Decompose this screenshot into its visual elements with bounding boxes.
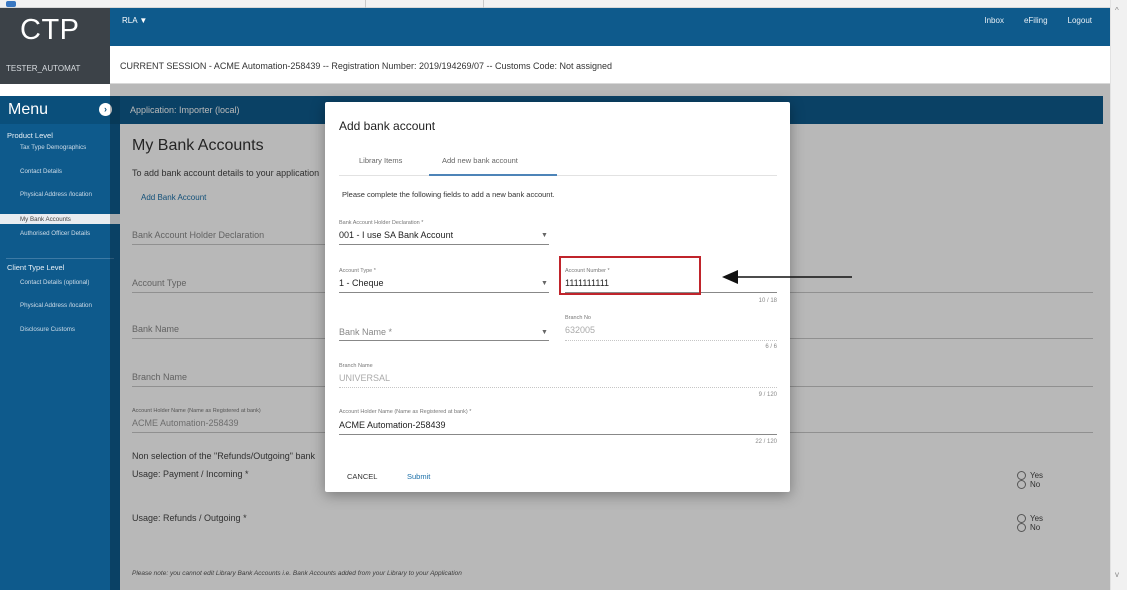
active-tab-indicator [429, 174, 557, 176]
branch-name-input: UNIVERSAL [339, 373, 391, 383]
add-bank-account-dialog: Add bank account Library Items Add new b… [325, 102, 790, 492]
branch-name-counter: 9 / 120 [758, 392, 777, 398]
scroll-down-icon[interactable]: v [1115, 570, 1119, 579]
holder-name-label: Account Holder Name (Name as Registered … [339, 409, 472, 415]
sidebar: Menu › Product Level Tax Type Demographi… [0, 96, 120, 590]
tab-add-new-bank-account[interactable]: Add new bank account [442, 156, 518, 165]
cancel-button[interactable]: CANCEL [347, 472, 377, 481]
branch-no-label: Branch No [565, 315, 591, 321]
chevron-down-icon[interactable]: ▼ [541, 329, 548, 336]
session-bar: CURRENT SESSION - ACME Automation-258439… [110, 46, 1110, 84]
sidebar-item-tax-type[interactable]: Tax Type Demographics [20, 144, 110, 151]
rla-dropdown[interactable]: RLA ▼ [122, 16, 147, 25]
page-scrollbar[interactable]: ^ v [1110, 0, 1127, 590]
dialog-instructions: Please complete the following fields to … [342, 190, 555, 199]
tab-library-items[interactable]: Library Items [359, 156, 402, 165]
scroll-up-icon[interactable]: ^ [1115, 6, 1119, 15]
sidebar-item-label: My Bank Accounts [20, 216, 71, 223]
session-info: CURRENT SESSION - ACME Automation-258439… [120, 61, 613, 71]
sidebar-item-contact[interactable]: Contact Details [20, 168, 110, 175]
bank-name-select[interactable]: Bank Name * [339, 327, 392, 337]
browser-tab[interactable] [368, 0, 484, 8]
header-links: Inbox eFiling Logout [984, 16, 1092, 25]
username: TESTER_AUTOMAT [6, 64, 81, 73]
inbox-link[interactable]: Inbox [984, 16, 1004, 25]
account-type-select[interactable]: 1 - Cheque [339, 278, 384, 288]
sidebar-section-product: Product Level [7, 131, 53, 140]
logo-block: CTP TESTER_AUTOMAT [0, 8, 110, 84]
sidebar-divider [6, 258, 114, 259]
dialog-title: Add bank account [339, 119, 436, 133]
holder-name-input[interactable]: ACME Automation-258439 [339, 420, 446, 430]
submit-button[interactable]: Submit [407, 472, 430, 481]
sidebar-item-my-bank-accounts[interactable]: My Bank Accounts [0, 214, 120, 224]
sidebar-item-client-address[interactable]: Physical Address /location [20, 302, 110, 309]
field-underline [339, 244, 549, 245]
account-type-label: Account Type * [339, 268, 376, 274]
sidebar-item-physical-address[interactable]: Physical Address /location [20, 191, 110, 198]
menu-title: Menu [8, 101, 49, 118]
menu-header: Menu › [0, 96, 120, 124]
branch-no-counter: 6 / 6 [765, 344, 777, 350]
field-underline [339, 340, 549, 341]
field-underline [339, 292, 549, 293]
chevron-down-icon[interactable]: ▼ [541, 232, 548, 239]
holder-name-counter: 22 / 120 [755, 439, 777, 445]
branch-no-input: 632005 [565, 325, 596, 335]
browser-tab-strip [0, 0, 1110, 8]
declaration-label: Bank Account Holder Declaration * [339, 220, 424, 226]
chevron-down-icon[interactable]: ▼ [541, 280, 548, 287]
sidebar-item-disclosure-customs[interactable]: Disclosure Customs [20, 326, 110, 333]
declaration-select[interactable]: 001 - I use SA Bank Account [339, 230, 453, 240]
app-logo: CTP [20, 14, 80, 46]
account-number-highlight [559, 256, 701, 295]
app-header: CTP TESTER_AUTOMAT RLA ▼ Inbox eFiling L… [0, 8, 1110, 84]
field-underline [339, 387, 777, 388]
sidebar-item-client-contact[interactable]: Contact Details (optional) [20, 279, 110, 286]
sidebar-section-client: Client Type Level [7, 263, 65, 272]
branch-name-label: Branch Name [339, 363, 373, 369]
annotation-arrow-icon [722, 270, 852, 284]
logout-link[interactable]: Logout [1068, 16, 1092, 25]
dialog-tabs: Library Items Add new bank account [339, 146, 777, 176]
field-underline [565, 340, 777, 341]
sidebar-item-authorised-officer[interactable]: Authorised Officer Details [20, 230, 110, 237]
efiling-link[interactable]: eFiling [1024, 16, 1048, 25]
browser-tab[interactable] [6, 0, 366, 8]
account-number-counter: 10 / 18 [758, 298, 777, 304]
field-underline [339, 434, 777, 435]
